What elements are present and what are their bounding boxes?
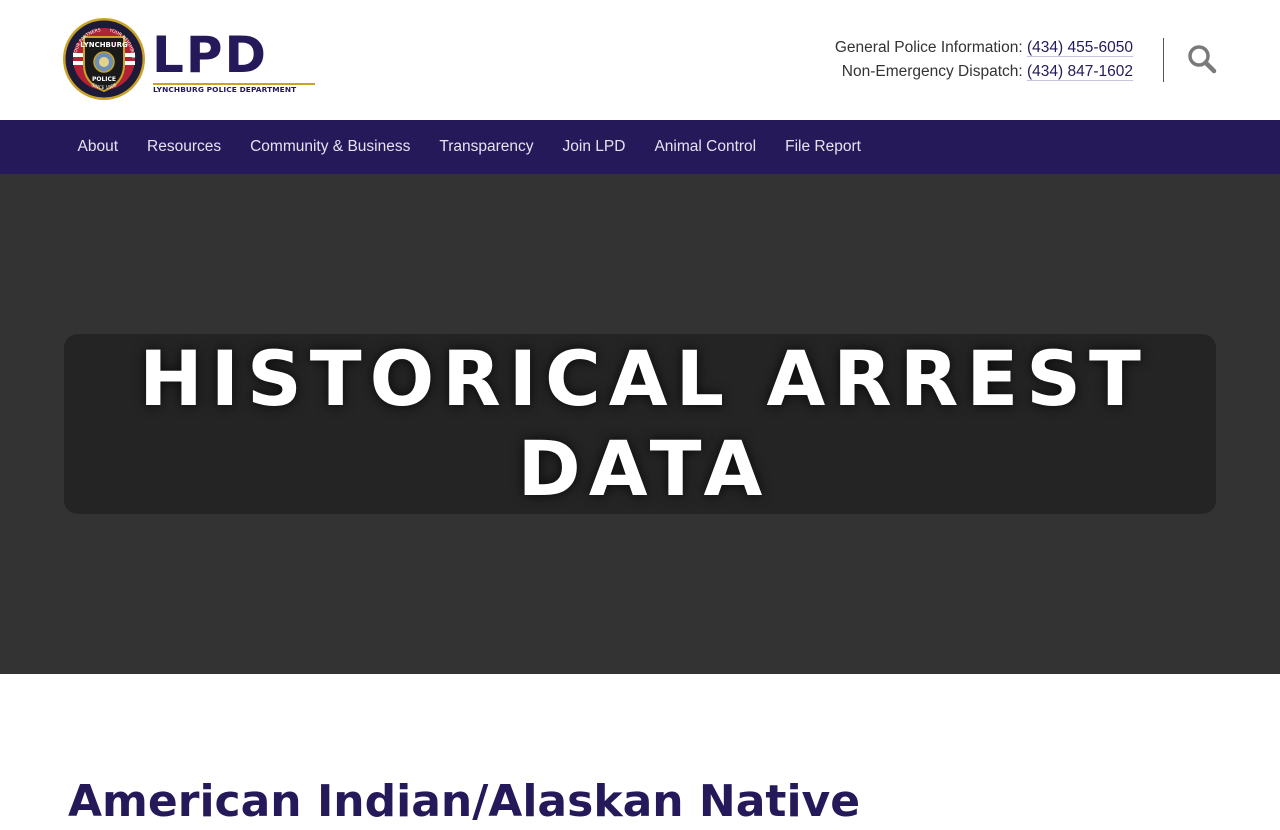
nav-item-resources[interactable]: Resources <box>133 120 236 174</box>
page-title-line-2: DATA <box>517 424 771 513</box>
main-nav-list: About Resources Community & Business Tra… <box>63 120 875 174</box>
logo-subtitle: LYNCHBURG POLICE DEPARTMENT <box>153 85 297 94</box>
dispatch-label: Non-Emergency Dispatch: <box>841 63 1023 80</box>
dispatch-line: Non-Emergency Dispatch: (434) 847-1602 <box>835 60 1133 84</box>
site-header: LYNCHBURG POLICE YOUR PARTNERS YOUR NEIG… <box>0 0 1280 120</box>
page-title-line-1: HISTORICAL ARREST <box>139 334 1149 423</box>
general-info-line: General Police Information: (434) 455-60… <box>835 36 1133 60</box>
dispatch-phone-link[interactable]: (434) 847-1602 <box>1027 63 1133 81</box>
hero-banner: HISTORICAL ARREST DATA <box>0 174 1280 674</box>
badge-top-text: LYNCHBURG <box>80 41 128 49</box>
search-icon <box>1188 45 1217 74</box>
nav-item-transparency[interactable]: Transparency <box>425 120 548 174</box>
logo-wordmark: LPD <box>152 26 269 84</box>
nav-item-file-report[interactable]: File Report <box>771 120 876 174</box>
nav-item-join-lpd[interactable]: Join LPD <box>548 120 640 174</box>
contact-info: General Police Information: (434) 455-60… <box>835 36 1133 84</box>
page-title: HISTORICAL ARREST DATA <box>64 334 1216 514</box>
badge-bottom-text: POLICE <box>92 76 116 83</box>
site-logo[interactable]: LYNCHBURG POLICE YOUR PARTNERS YOUR NEIG… <box>62 17 318 103</box>
general-info-phone-link[interactable]: (434) 455-6050 <box>1027 39 1133 57</box>
header-divider <box>1163 38 1164 82</box>
hero-title-box: HISTORICAL ARREST DATA <box>64 334 1216 514</box>
search-button[interactable] <box>1185 43 1219 77</box>
nav-item-about[interactable]: About <box>63 120 133 174</box>
nav-item-animal-control[interactable]: Animal Control <box>640 120 771 174</box>
general-info-label: General Police Information: <box>834 39 1023 56</box>
section-heading: American Indian/Alaskan Native <box>68 776 861 827</box>
police-badge-icon: LYNCHBURG POLICE YOUR PARTNERS YOUR NEIG… <box>62 17 145 100</box>
nav-item-community-business[interactable]: Community & Business <box>236 120 425 174</box>
main-nav: About Resources Community & Business Tra… <box>0 120 1280 174</box>
